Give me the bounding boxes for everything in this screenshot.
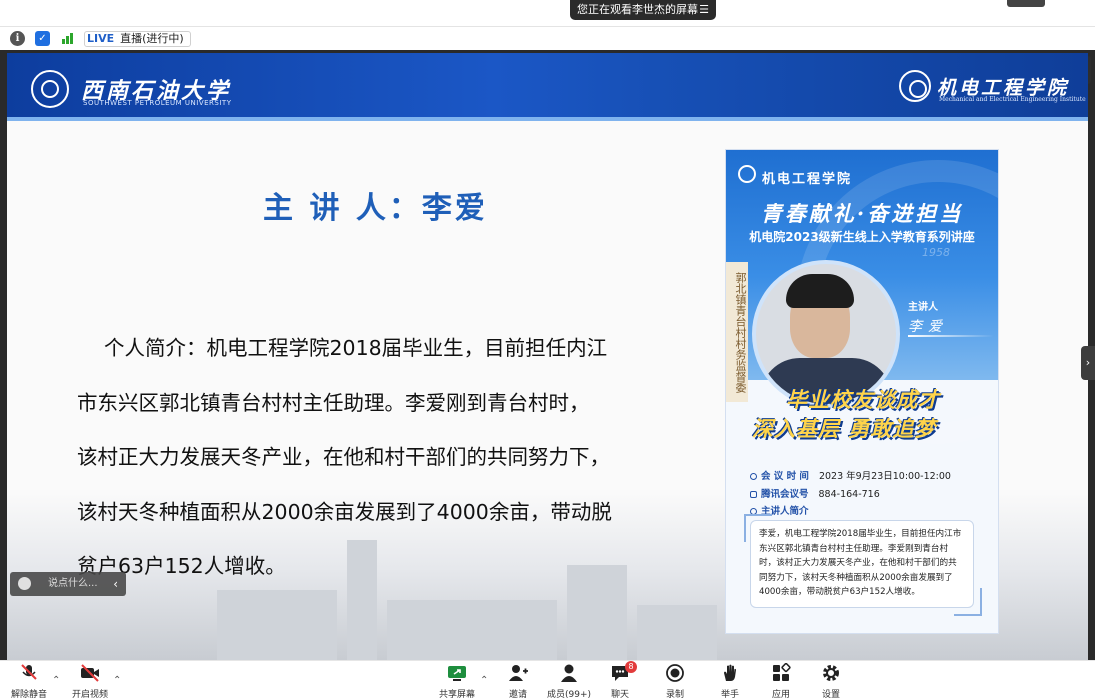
- poster-intro-text: 李爱，机电工程学院2018届毕业生，目前担任内江市东兴区郭北镇青台村村主任助理。…: [759, 529, 962, 597]
- meeting-time-key: 会 议 时 间: [761, 471, 809, 482]
- record-icon: [664, 663, 686, 683]
- meeting-time-value: 2023 年9月23日10:00-12:00: [818, 471, 951, 482]
- meeting-id-row: 腾讯会议号 884-164-716: [750, 486, 880, 500]
- video-off-icon: [79, 663, 101, 683]
- meeting-id-key: 腾讯会议号: [761, 489, 809, 500]
- chat-icon: 8: [609, 661, 637, 683]
- meeting-time-row: 会 议 时 间 2023 年9月23日10:00-12:00: [750, 468, 951, 482]
- settings-button[interactable]: 设置: [818, 663, 844, 700]
- audio-options-chevron-icon[interactable]: ⌃: [52, 675, 60, 686]
- top-strip: [0, 0, 1095, 27]
- meeting-info-bar: i ✓ LIVE 直播(进行中): [0, 28, 1095, 50]
- slide-header: 西南石油大学 SOUTHWEST PETROLEUM UNIVERSITY 机电…: [7, 53, 1088, 121]
- invite-button[interactable]: 邀请: [505, 663, 531, 700]
- muted-mic-icon: [18, 663, 40, 683]
- apps-button[interactable]: 应用: [768, 662, 794, 700]
- box-corner: [954, 588, 982, 616]
- members-icon: [558, 663, 580, 683]
- info-icon[interactable]: i: [10, 31, 25, 46]
- poster-tagline-1: 毕业校友谈成才: [786, 388, 940, 412]
- header-stripe: [7, 117, 1088, 121]
- speaker-underline: [908, 335, 994, 337]
- unmute-button[interactable]: 解除静音: [11, 663, 47, 700]
- college-logo-icon: [899, 70, 931, 102]
- poster-intro-box: 李爱，机电工程学院2018届毕业生，目前担任内江市东兴区郭北镇青台村村主任助理。…: [750, 520, 974, 608]
- share-screen-icon: [446, 663, 468, 683]
- meeting-id-value: 884-164-716: [818, 489, 880, 500]
- calendar-icon: [750, 491, 757, 498]
- apps-grid-icon: [770, 662, 792, 683]
- poster-series: 机电院2023级新生线上入学教育系列讲座: [749, 230, 975, 244]
- chat-button[interactable]: 8 聊天: [607, 661, 637, 700]
- poster-tagline-2: 深入基层 勇敢追梦: [752, 417, 937, 441]
- screen-share-banner[interactable]: 您正在观看李世杰的屏幕 ☰: [570, 0, 716, 20]
- meeting-toolbar: 解除静音 ⌃ 开启视频 ⌃ 共享屏幕 ⌃ 邀请 成员(99+) 8 聊天 录制 …: [0, 660, 1095, 700]
- emoji-icon[interactable]: [18, 577, 31, 590]
- university-logo-icon: [31, 70, 69, 108]
- speaker-intro: 个人简介：机电工程学院2018届毕业生，目前担任内江 市东兴区郭北镇青台村村主任…: [77, 321, 677, 594]
- live-status-text: 直播(进行中): [120, 32, 184, 45]
- expand-side-panel-handle[interactable]: ›: [1081, 346, 1095, 380]
- window-control-widget[interactable]: [1007, 0, 1045, 7]
- shield-icon[interactable]: ✓: [35, 31, 50, 46]
- college-name-en: Mechanical and Electrical Engineering In…: [939, 96, 1086, 103]
- presentation-slide: 西南石油大学 SOUTHWEST PETROLEUM UNIVERSITY 机电…: [7, 53, 1088, 660]
- intro-line: 贫户63户152人增收。: [77, 554, 286, 578]
- clock-icon: [750, 473, 757, 480]
- poster-year-mark: 1958: [922, 246, 950, 259]
- share-screen-button[interactable]: 共享屏幕: [439, 663, 475, 700]
- start-video-button[interactable]: 开启视频: [72, 663, 108, 700]
- gear-icon: [820, 663, 842, 683]
- lecture-poster: 机电工程学院 青春献礼·奋进担当 机电院2023级新生线上入学教育系列讲座 19…: [725, 149, 999, 634]
- hand-icon: [719, 663, 741, 683]
- intro-line: 该村正大力发展天冬产业，在他和村干部们的共同努力下，: [77, 445, 610, 469]
- chat-input-bubble[interactable]: 说点什么... ‹: [10, 572, 126, 596]
- poster-logo-icon: [738, 165, 756, 183]
- intro-line: 市东兴区郭北镇青台村村主任助理。李爱刚到青台村时，: [77, 390, 590, 415]
- raise-hand-button[interactable]: 举手: [717, 663, 743, 700]
- speaker-title: 主 讲 人：李爱: [263, 191, 488, 226]
- video-options-chevron-icon[interactable]: ⌃: [113, 675, 121, 686]
- poster-banner: 郭北镇青台村村务监督委: [726, 262, 748, 402]
- chat-unread-badge: 8: [625, 661, 637, 673]
- chat-placeholder: 说点什么...: [48, 578, 98, 589]
- add-person-icon: [507, 663, 529, 683]
- share-banner-text: 您正在观看李世杰的屏幕: [577, 3, 698, 16]
- signal-icon[interactable]: [60, 31, 75, 46]
- live-status-badge[interactable]: LIVE 直播(进行中): [84, 31, 191, 47]
- poster-slogan: 青春献礼·奋进担当: [760, 201, 964, 226]
- intro-line: 个人简介：机电工程学院2018届毕业生，目前担任内江: [104, 336, 608, 360]
- poster-speaker-label: 主讲人: [908, 302, 938, 313]
- live-label: LIVE: [87, 32, 115, 45]
- banner-menu-icon[interactable]: ☰: [699, 0, 709, 20]
- intro-line: 该村天冬种植面积从2000余亩发展到了4000余亩，带动脱: [77, 499, 612, 524]
- share-options-chevron-icon[interactable]: ⌃: [480, 675, 488, 686]
- members-button[interactable]: 成员(99+): [547, 663, 591, 700]
- record-button[interactable]: 录制: [662, 663, 688, 700]
- box-corner: [744, 514, 772, 542]
- collapse-chevron-icon[interactable]: ‹: [113, 572, 118, 596]
- poster-college: 机电工程学院: [762, 172, 853, 187]
- poster-speaker-name: 李爱: [908, 319, 948, 335]
- university-name-en: SOUTHWEST PETROLEUM UNIVERSITY: [83, 99, 232, 107]
